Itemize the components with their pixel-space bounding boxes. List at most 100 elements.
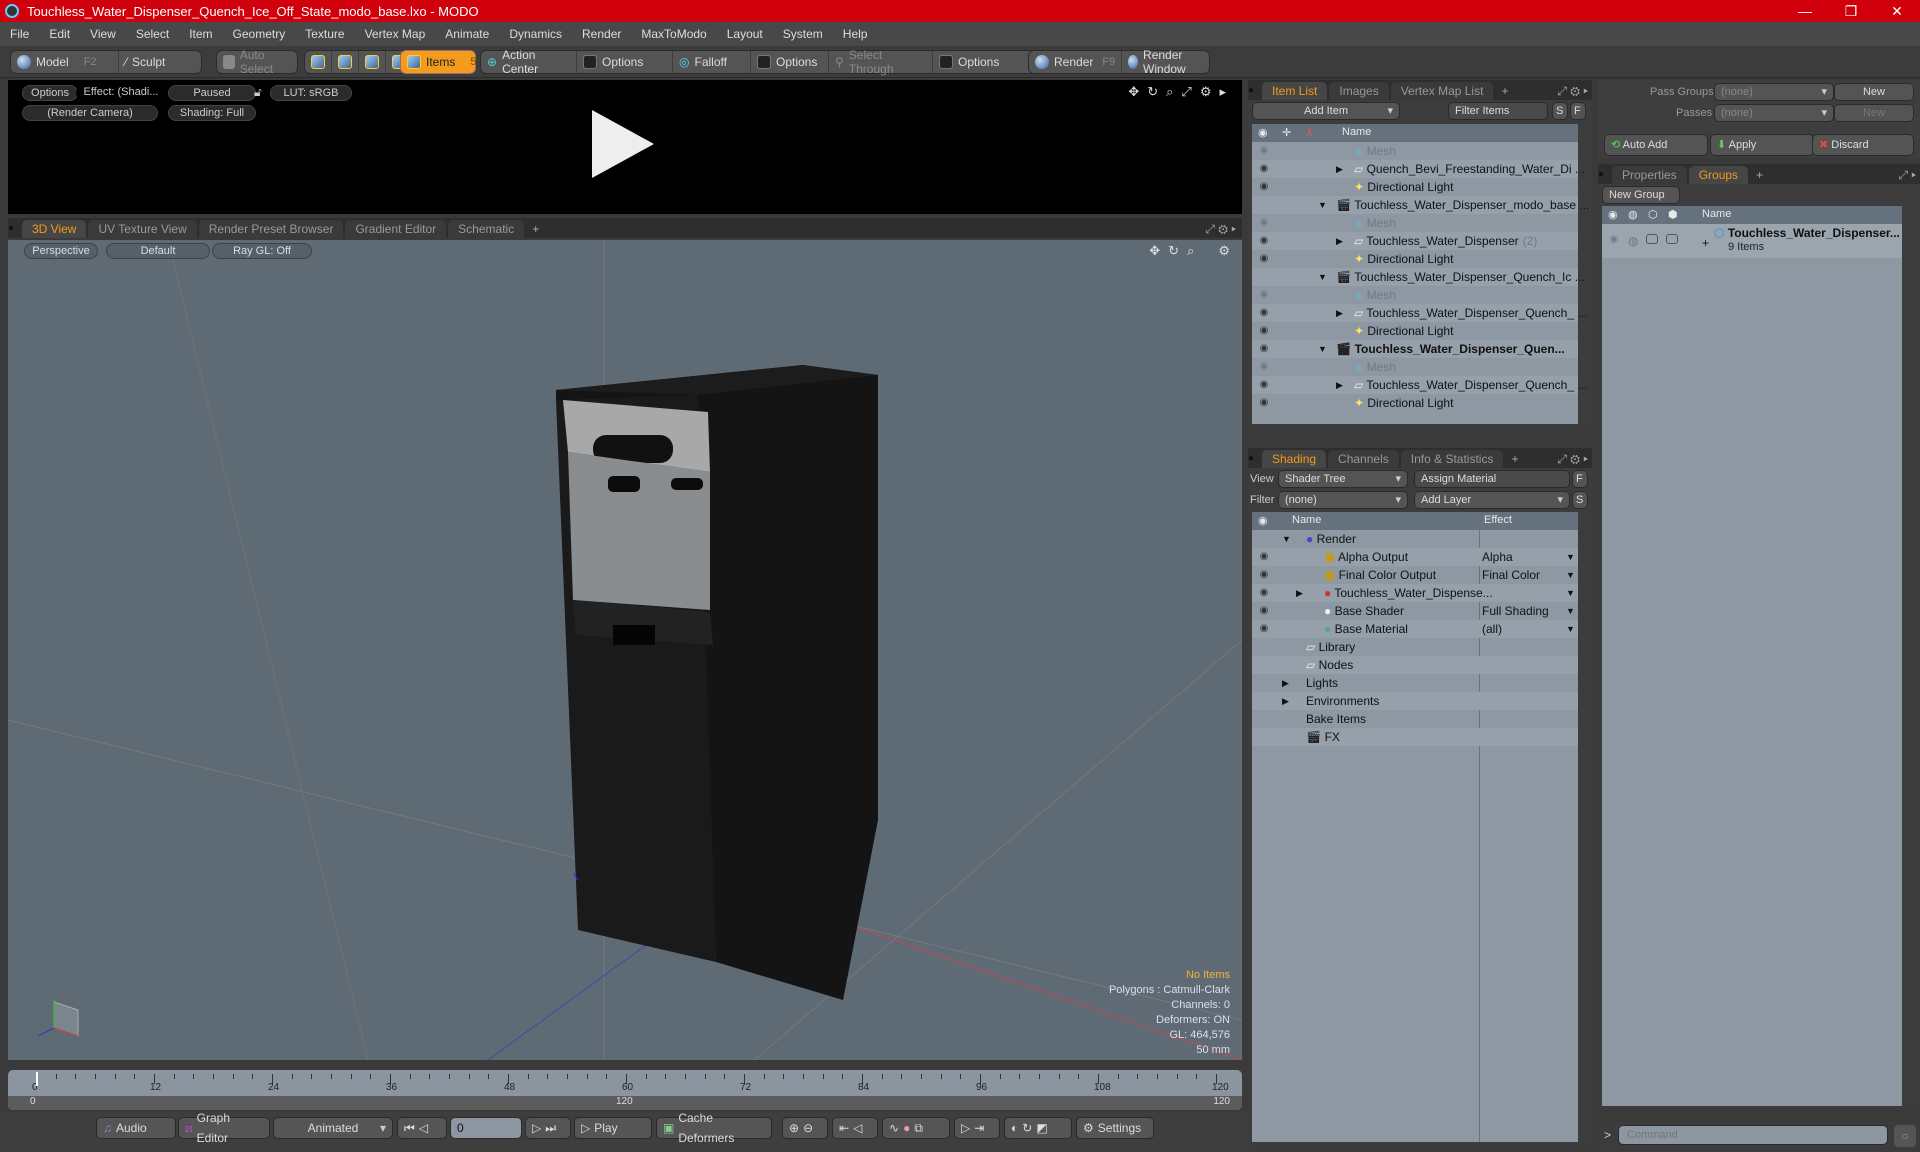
model-mode-button[interactable]: Model F2 — [11, 51, 119, 73]
filter-dropdown[interactable]: (none) — [1278, 491, 1408, 509]
pan-icon[interactable]: ✥ — [1149, 243, 1160, 259]
group-row[interactable]: ◉ ◍ + ⬡ Touchless_Water_Dispenser... 9 I… — [1602, 224, 1902, 258]
tab-render-preset-browser[interactable]: Render Preset Browser — [198, 220, 344, 238]
add-tab-icon[interactable]: + — [1750, 166, 1769, 184]
eye-icon[interactable]: ◉ — [1258, 145, 1270, 156]
f-button[interactable]: F — [1570, 102, 1586, 120]
new-pass-button[interactable]: New — [1834, 104, 1914, 122]
apply-button[interactable]: ⬇ Apply — [1710, 134, 1814, 156]
shader-row[interactable]: ▶ Lights — [1252, 674, 1578, 692]
close-button[interactable]: ✕ — [1874, 3, 1920, 20]
eye-icon[interactable]: ◉ — [1258, 343, 1270, 354]
shader-row[interactable]: ▶ Environments — [1252, 692, 1578, 710]
item-row[interactable]: ◉ ▶ ▱ Touchless_Water_Dispenser_Quench_ ..… — [1252, 376, 1587, 394]
effect-value[interactable]: Final Color — [1482, 568, 1540, 582]
arrow-right-icon[interactable]: ▸ — [1911, 168, 1916, 182]
select-through-button[interactable]: ⚲ Select Through — [829, 48, 933, 76]
tab-groups[interactable]: Groups — [1688, 166, 1749, 184]
step-back-icon[interactable]: ◁ — [419, 1118, 428, 1138]
step-forward-button[interactable]: ▷ ⏭ — [525, 1117, 571, 1139]
arrow-right-icon[interactable]: ▸ — [1583, 452, 1588, 466]
add-item-dropdown[interactable]: Add Item — [1252, 102, 1400, 120]
next-key-buttons[interactable]: ▷ ⇥ — [954, 1117, 1000, 1139]
record-buttons[interactable]: ∿ ● ⧉ — [882, 1117, 950, 1139]
tab-schematic[interactable]: Schematic — [448, 220, 525, 238]
eye-icon[interactable]: ◉ — [1258, 379, 1270, 390]
add-tab-icon[interactable]: + — [1495, 82, 1514, 100]
gear-icon[interactable]: ⚙ — [1218, 243, 1230, 259]
effect-dropdown-icon[interactable]: ▼ — [1566, 570, 1575, 580]
expand-icon[interactable]: ▼ — [1282, 534, 1291, 544]
eye-icon[interactable]: ◉ — [1258, 235, 1270, 246]
overlay-icon[interactable]: ◩ — [1036, 1118, 1047, 1138]
item-row[interactable]: ▼ 🎬︎ Touchless_Water_Dispenser_modo_base … — [1252, 196, 1589, 214]
effect-dropdown[interactable]: Effect: (Shadi... — [76, 85, 166, 101]
add-layer-dropdown[interactable]: Add Layer — [1414, 491, 1570, 509]
sculpt-mode-button[interactable]: ⁄ Sculpt — [119, 51, 171, 73]
raygl-dropdown[interactable]: Ray GL: Off — [212, 243, 312, 259]
effect-value[interactable]: Full Shading — [1482, 604, 1549, 618]
item-row[interactable]: ◉ ▶ ▱ Quench_Bevi_Freestanding_Water_Di ..… — [1252, 160, 1585, 178]
shader-row[interactable]: ▼ ● Render — [1252, 530, 1578, 548]
shader-row[interactable]: Bake Items — [1252, 710, 1578, 728]
gear-icon[interactable]: ⚙ — [1570, 84, 1580, 98]
shader-row[interactable]: ▱ Nodes — [1252, 656, 1578, 674]
effect-dropdown-icon[interactable]: ▼ — [1566, 552, 1575, 562]
skip-end-icon[interactable]: ⏭ — [545, 1118, 556, 1138]
channel-key-icon[interactable]: ⧉ — [914, 1118, 923, 1138]
shader-row[interactable]: ◉ ● Base Shader Full Shading ▼ — [1252, 602, 1578, 620]
add-tab-icon[interactable]: + — [526, 220, 545, 238]
pass-groups-dropdown[interactable]: (none) — [1714, 83, 1834, 101]
cache-toggle-icon[interactable]: ◐ — [1011, 1118, 1018, 1138]
tab-channels[interactable]: Channels — [1328, 450, 1399, 468]
menu-maxtomodo[interactable]: MaxToModo — [631, 27, 716, 41]
menu-help[interactable]: Help — [833, 27, 878, 41]
auto-select-button[interactable]: Auto Select — [217, 48, 297, 76]
item-row[interactable]: ◉ ◈ Mesh — [1252, 214, 1578, 232]
menu-view[interactable]: View — [80, 27, 126, 41]
menu-geometry[interactable]: Geometry — [223, 27, 296, 41]
falloff-options-button[interactable]: Options — [751, 51, 829, 73]
record-icon[interactable]: ● — [903, 1118, 910, 1138]
eye-icon[interactable]: ◉ — [1258, 361, 1270, 372]
rotate-icon[interactable]: ↻ — [1168, 243, 1179, 259]
falloff-button[interactable]: ◎ Falloff — [673, 51, 751, 73]
maximize-icon[interactable]: ⤢ — [1898, 168, 1908, 182]
tab-uv-texture-view[interactable]: UV Texture View — [88, 220, 197, 238]
expand-icon[interactable]: ▼ — [1318, 272, 1327, 282]
eye-icon[interactable]: ◉ — [1258, 325, 1270, 336]
3d-viewport[interactable]: Perspective Default Ray GL: Off ✥ ↻ ⌕ ⚙ No … — [8, 240, 1242, 1060]
new-group-button[interactable]: New Group — [1602, 186, 1680, 204]
arrow-right-icon[interactable]: ▸ — [1583, 84, 1588, 98]
set-key-icon[interactable]: ⊕ — [789, 1118, 799, 1138]
record-macro-icon[interactable]: ○ — [1894, 1125, 1916, 1147]
tab-gradient-editor[interactable]: Gradient Editor — [345, 220, 447, 238]
item-row[interactable]: ◉ ✦ Directional Light — [1252, 322, 1578, 340]
tab-shading[interactable]: Shading — [1262, 450, 1327, 468]
misc-key-buttons[interactable]: ◐ ↻ ◩ — [1004, 1117, 1072, 1139]
expand-icon[interactable]: ▶ — [1336, 164, 1343, 175]
discard-button[interactable]: ✖ Discard — [1812, 134, 1914, 156]
jump-start-button[interactable]: ⏮ ◁ — [397, 1117, 447, 1139]
auto-add-button[interactable]: ⟲ Auto Add — [1604, 134, 1708, 156]
menu-animate[interactable]: Animate — [435, 27, 499, 41]
tab-3d-view[interactable]: 3D View — [22, 220, 87, 238]
first-key-icon[interactable]: ⇤ — [839, 1118, 849, 1138]
effect-dropdown-icon[interactable]: ▼ — [1566, 624, 1575, 634]
default-dropdown[interactable]: Default — [106, 243, 210, 259]
item-row[interactable]: ◉ ▼ 🎬︎ Touchless_Water_Dispenser_Quen... — [1252, 340, 1578, 358]
eye-icon[interactable]: ◉ — [1258, 623, 1270, 634]
eye-icon[interactable]: ◉ — [1258, 181, 1270, 192]
eye-icon[interactable]: ◉ — [1258, 307, 1270, 318]
eye-icon[interactable]: ◉ — [1258, 397, 1270, 408]
shader-row[interactable]: ▱ Library — [1252, 638, 1578, 656]
cache-deformers-button[interactable]: ▣ Cache Deformers — [656, 1111, 772, 1145]
maximize-button[interactable]: ❐ — [1828, 3, 1874, 20]
maximize-icon[interactable]: ⤢ — [1557, 452, 1567, 466]
prev-key-buttons[interactable]: ⇤ ◁ — [832, 1117, 878, 1139]
render-button[interactable]: Render F9 — [1029, 51, 1123, 73]
lut-dropdown[interactable]: LUT: sRGB — [270, 85, 352, 101]
s-button[interactable]: S — [1552, 102, 1568, 120]
gear-icon[interactable]: ⚙ — [1200, 84, 1212, 100]
vertices-mode-button[interactable] — [305, 51, 332, 73]
